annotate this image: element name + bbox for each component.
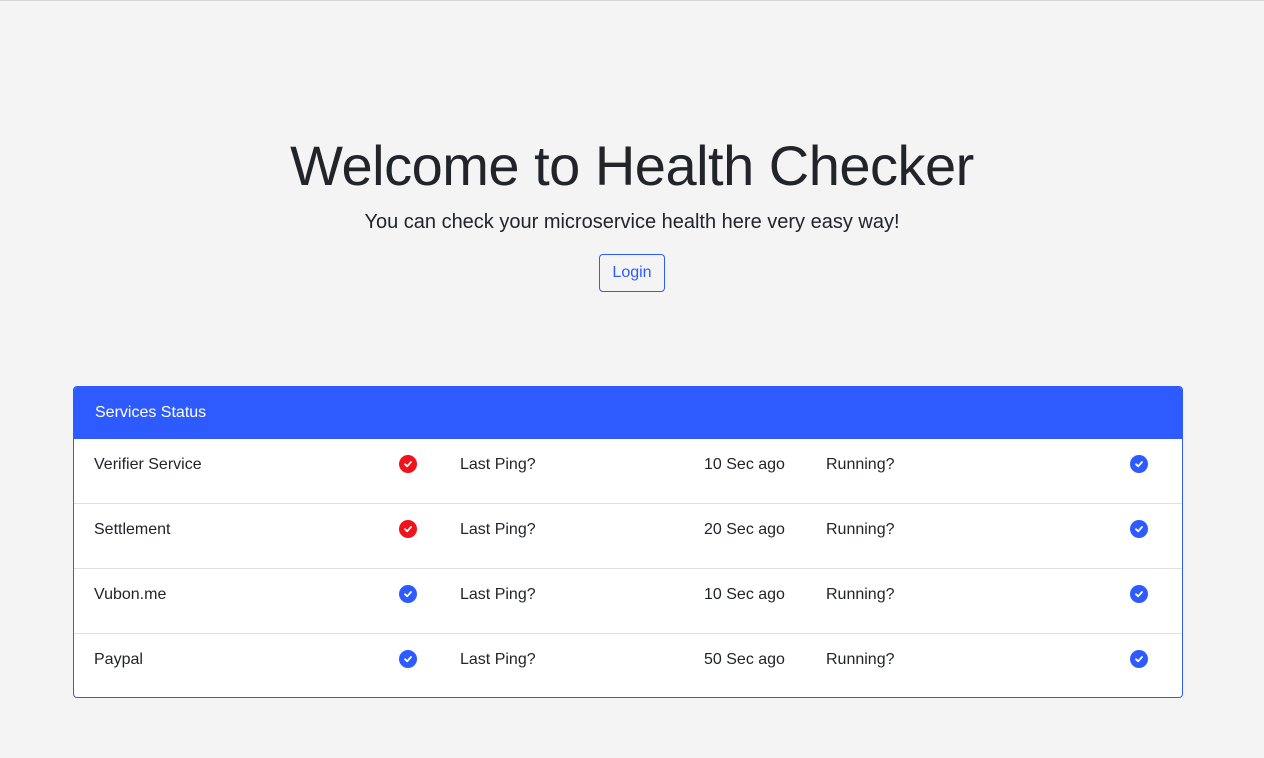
running-label: Running? xyxy=(826,521,895,538)
service-row: Verifier Service Last Ping? 10 Sec ago R… xyxy=(74,439,1182,504)
running-label: Running? xyxy=(826,456,895,473)
last-ping-value: 50 Sec ago xyxy=(704,651,785,668)
service-name: Paypal xyxy=(94,651,143,668)
last-ping-value: 20 Sec ago xyxy=(704,521,785,538)
check-circle-icon xyxy=(1130,455,1148,473)
hero: Welcome to Health Checker You can check … xyxy=(0,128,1264,292)
top-divider xyxy=(0,0,1264,1)
service-row: Settlement Last Ping? 20 Sec ago Running… xyxy=(74,504,1182,569)
check-circle-icon xyxy=(1130,520,1148,538)
last-ping-label: Last Ping? xyxy=(460,521,536,538)
check-circle-icon xyxy=(399,650,417,668)
service-name: Vubon.me xyxy=(94,586,167,603)
service-row: Paypal Last Ping? 50 Sec ago Running? xyxy=(74,634,1182,697)
page-subtitle: You can check your microservice health h… xyxy=(364,211,900,233)
last-ping-label: Last Ping? xyxy=(460,586,536,603)
last-ping-label: Last Ping? xyxy=(460,651,536,668)
card-header: Services Status xyxy=(74,387,1182,439)
running-label: Running? xyxy=(826,586,895,603)
last-ping-value: 10 Sec ago xyxy=(704,586,785,603)
check-circle-icon xyxy=(399,520,417,538)
service-name: Settlement xyxy=(94,521,171,538)
service-name: Verifier Service xyxy=(94,456,202,473)
check-circle-icon xyxy=(399,455,417,473)
last-ping-label: Last Ping? xyxy=(460,456,536,473)
check-circle-icon xyxy=(1130,650,1148,668)
check-circle-icon xyxy=(1130,585,1148,603)
login-button[interactable]: Login xyxy=(599,254,665,292)
services-status-card: Services Status Verifier Service Last Pi… xyxy=(73,386,1183,698)
check-circle-icon xyxy=(399,585,417,603)
page-title: Welcome to Health Checker xyxy=(290,134,974,197)
running-label: Running? xyxy=(826,651,895,668)
service-row: Vubon.me Last Ping? 10 Sec ago Running? xyxy=(74,569,1182,634)
last-ping-value: 10 Sec ago xyxy=(704,456,785,473)
